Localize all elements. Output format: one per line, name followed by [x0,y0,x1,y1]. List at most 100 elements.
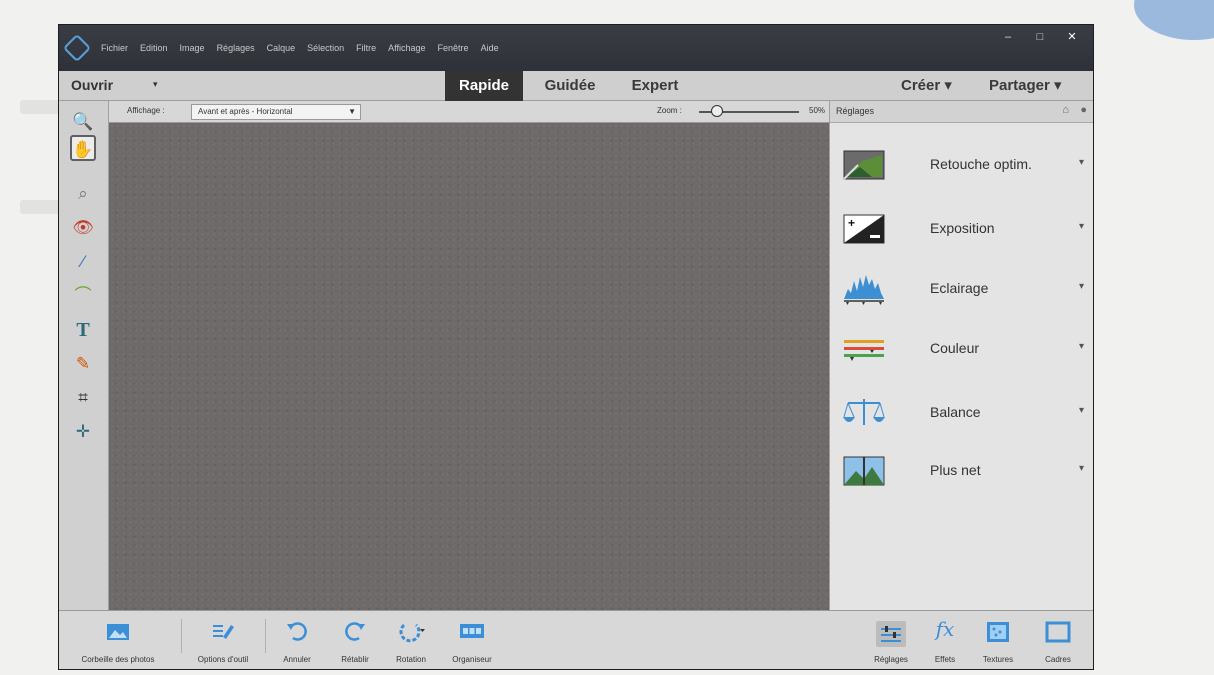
zoom-tool-icon[interactable]: 🔍 [70,109,96,135]
text-tool-icon[interactable]: T [70,317,96,343]
chevron-down-icon[interactable]: ▾ [1079,157,1084,168]
open-dropdown-arrow[interactable]: ▾ [153,79,158,90]
tool-options-label: Options d'outil [197,655,249,664]
help-icon[interactable]: ● [1080,104,1087,116]
chevron-down-icon[interactable]: ▾ [1079,405,1084,416]
menu-item-window[interactable]: Fenêtre [438,43,469,53]
tab-expert[interactable]: Expert [615,71,695,101]
share-button[interactable]: Partager ▾ [989,76,1062,94]
view-select[interactable]: Avant et après - Horizontal ▼ [191,104,361,120]
chevron-down-icon[interactable]: ▾ [1079,341,1084,352]
chevron-down-icon[interactable]: ▾ [1079,221,1084,232]
adjustments-panel: Réglages ⌂ ● Retouche optim. ▾ + Exposit… [829,101,1093,610]
menu-item-view[interactable]: Affichage [388,43,425,53]
textures-icon [987,622,1009,642]
adjustment-lighting[interactable]: Eclairage ▾ [830,261,1093,319]
menu-bar: Fichier Edition Image Réglages Calque Sé… [59,25,1093,71]
photo-bin-label: Corbeille des photos [81,655,155,664]
chevron-down-icon[interactable]: ▾ [1079,463,1084,474]
quick-selection-tool-icon[interactable]: ⌕ [70,181,96,207]
frames-label: Cadres [1045,655,1071,664]
textures-label: Textures [982,655,1014,664]
zoom-value: 50% [809,106,826,115]
whiten-teeth-tool-icon[interactable]: ⁄ [70,249,96,275]
open-button[interactable]: Ouvrir [71,77,113,93]
tab-guidee[interactable]: Guidée [531,71,609,101]
minimize-button[interactable]: – [995,29,1021,45]
adjustment-exposure[interactable]: + Exposition ▾ [830,201,1093,259]
undo-button[interactable]: Annuler [269,611,325,669]
svg-text:+: + [848,216,855,230]
app-window: Fichier Edition Image Réglages Calque Sé… [58,24,1094,670]
effects-label: Effets [934,655,956,664]
spot-healing-tool-icon[interactable]: ✎ [70,351,96,377]
redo-icon [345,622,365,641]
red-eye-tool-icon[interactable]: 👁 [70,215,96,241]
lighting-icon [844,275,884,305]
organizer-label: Organiseur [452,655,492,664]
adjustment-label: Balance [930,404,981,420]
menu-item-selection[interactable]: Sélection [307,43,344,53]
chevron-down-icon[interactable]: ▾ [1079,281,1084,292]
adjustments-label: Réglages [874,655,908,664]
window-controls: – □ ✕ [995,29,1085,45]
background-decoration [1134,0,1214,40]
tab-rapide[interactable]: Rapide [445,71,523,101]
menu-item-image[interactable]: Image [180,43,205,53]
crop-tool-icon[interactable]: ⌗ [70,385,96,411]
adjustment-balance[interactable]: Balance ▾ [830,385,1093,443]
organizer-icon [460,624,484,638]
tool-options-icon [213,625,234,639]
textures-button[interactable]: Textures [969,611,1027,669]
redo-label: Rétablir [341,655,369,664]
menu-item-edit[interactable]: Edition [140,43,168,53]
zoom-slider-handle[interactable] [711,105,723,117]
create-button[interactable]: Créer ▾ [901,76,952,94]
maximize-button[interactable]: □ [1027,29,1053,45]
tool-options-button[interactable]: Options d'outil [183,611,263,669]
frames-icon [1045,621,1071,643]
adjustments-icon [876,621,906,647]
menu-item-file[interactable]: Fichier [101,43,128,53]
hand-tool-icon[interactable]: ✋ [70,135,96,161]
divider [265,619,266,653]
view-label: Affichage : [127,106,165,115]
close-button[interactable]: ✕ [1059,29,1085,45]
menu-item-adjustments[interactable]: Réglages [217,43,255,53]
view-select-value: Avant et après - Horizontal [198,107,293,116]
adjustment-label: Retouche optim. [930,156,1032,172]
balance-icon [843,399,885,425]
reset-icon[interactable]: ⌂ [1062,104,1069,116]
adjustment-smart-fix[interactable]: Retouche optim. ▾ [830,137,1093,195]
adjustments-button[interactable]: Réglages [863,611,919,669]
smart-fix-icon [843,150,885,180]
frames-button[interactable]: Cadres [1029,611,1087,669]
menu-item-help[interactable]: Aide [481,43,499,53]
rotate-icon [399,623,425,643]
zoom-label: Zoom : [657,106,682,115]
adjustment-label: Plus net [930,462,981,478]
move-tool-icon[interactable]: ✛ [70,419,96,445]
effects-icon: fx [935,617,955,641]
rotate-button[interactable]: Rotation [383,611,439,669]
adjustment-color[interactable]: Couleur ▾ [830,321,1093,379]
adjustment-label: Exposition [930,220,995,236]
organizer-button[interactable]: Organiseur [441,611,503,669]
photo-bin-icon [107,624,129,640]
undo-label: Annuler [283,655,311,664]
adjustment-label: Eclairage [930,280,989,296]
effects-button[interactable]: fx Effets [923,611,967,669]
background-mark [20,200,60,214]
image-canvas[interactable] [109,123,829,610]
adjustment-sharpen[interactable]: Plus net ▾ [830,443,1093,501]
redo-button[interactable]: Rétablir [329,611,381,669]
toolbox: 🔍 ✋ ⌕ 👁 ⁄ ⌒ T ✎ ⌗ ✛ [59,101,109,610]
menu-item-filter[interactable]: Filtre [356,43,376,53]
panel-header: Réglages ⌂ ● [830,101,1093,123]
menu-item-layer[interactable]: Calque [267,43,296,53]
straighten-tool-icon[interactable]: ⌒ [70,283,96,309]
color-icon [844,340,884,361]
app-logo-icon [62,33,92,63]
sharpen-icon [843,456,885,486]
photo-bin-button[interactable]: Corbeille des photos [59,611,177,669]
